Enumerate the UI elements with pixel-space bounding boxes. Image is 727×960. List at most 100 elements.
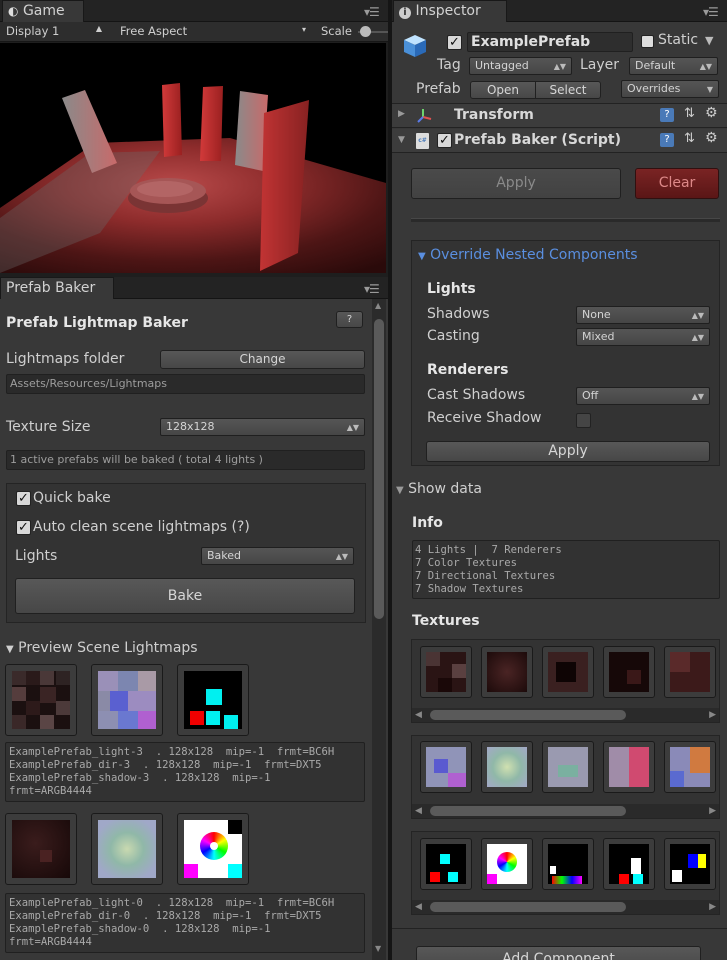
shadow-texture-thumbnail[interactable] [420,838,472,890]
prefab-open-button[interactable]: Open [470,81,536,99]
script-gear-icon[interactable]: ⚙ [705,130,718,146]
auto-clean-checkbox[interactable]: ✓ [16,520,31,535]
change-button[interactable]: Change [160,350,365,369]
color-texture-thumbnail[interactable] [481,646,533,698]
scroll-right-icon[interactable]: ▶ [709,804,716,818]
tab-prefab-baker[interactable]: Prefab Baker [0,277,114,299]
lightmaps-folder-label: Lightmaps folder [6,351,125,367]
tab-game-label: Game [22,3,65,19]
directional-texture-thumbnail[interactable] [420,741,472,793]
overrides-arrow-icon: ▼ [706,85,713,94]
shadow-texture-thumbnail[interactable] [664,838,716,890]
static-dropdown-icon[interactable]: ▼ [705,34,713,47]
tag-dropdown[interactable]: Untagged ▲▼ [469,57,572,75]
baker-scroll-thumb[interactable] [374,319,384,619]
receive-shadow-checkbox[interactable] [576,413,591,428]
directional-texture-thumbnail[interactable] [603,741,655,793]
script-enabled-checkbox[interactable]: ✓ [437,133,452,148]
layer-dropdown[interactable]: Default ▲▼ [629,57,718,75]
folder-path-field[interactable]: Assets/Resources/Lightmaps [6,374,365,394]
tab-game[interactable]: ◐ Game [2,0,84,22]
show-data-foldout-icon: ▼ [396,485,404,496]
aspect-dropdown[interactable]: Free Aspect ▾ [120,24,310,40]
prefab-cube-icon [402,33,428,59]
script-header[interactable]: ▼ c# ✓ Prefab Baker (Script) ? ⇅ ⚙ [392,129,727,153]
preview-shadow-3-thumbnail[interactable] [177,664,249,736]
static-label: Static [658,32,699,48]
apply-top-button[interactable]: Apply [411,168,621,199]
casting-arrow-icon: ▲▼ [691,333,704,342]
scroll-right-icon[interactable]: ▶ [709,708,716,722]
script-preset-icon[interactable]: ⇅ [684,131,695,146]
preview-light-3-thumbnail[interactable] [5,664,77,736]
baker-scroll-up-icon[interactable]: ▲ [375,301,381,310]
transform-preset-icon[interactable]: ⇅ [684,106,695,121]
color-texture-thumbnail[interactable] [603,646,655,698]
scroll-thumb[interactable] [430,710,626,720]
transform-header[interactable]: ▶ Transform ? ⇅ ⚙ [392,104,727,128]
show-data-foldout[interactable]: ▼ Show data [396,481,482,497]
directional-texture-thumbnail[interactable] [664,741,716,793]
scroll-thumb[interactable] [430,806,626,816]
textures-header: Textures [412,613,480,629]
color-texture-thumbnail[interactable] [420,646,472,698]
directional-texture-thumbnail[interactable] [542,741,594,793]
shadows-dropdown[interactable]: None ▲▼ [576,306,710,324]
overrides-dropdown[interactable]: Overrides ▼ [621,80,719,98]
cast-shadows-dropdown[interactable]: Off ▲▼ [576,387,710,405]
preview-light-0-thumbnail[interactable] [5,813,77,885]
active-checkbox[interactable]: ✓ [447,35,462,50]
baker-menu-icon[interactable]: ▾☰ [364,282,380,296]
baker-scroll-down-icon[interactable]: ▼ [375,944,381,953]
bake-button[interactable]: Bake [15,578,355,614]
clear-button[interactable]: Clear [635,168,719,199]
baker-scrollbar[interactable]: ▲ ▼ [372,299,386,960]
preview-shadow-0-thumbnail[interactable] [177,813,249,885]
scroll-left-icon[interactable]: ◀ [415,804,422,818]
script-foldout-icon: ▼ [398,135,405,145]
aspect-value: Free Aspect [120,24,188,38]
scale-slider-handle[interactable] [360,26,371,37]
static-checkbox[interactable] [641,35,654,48]
game-menu-icon[interactable]: ▾☰ [364,5,380,19]
textures-color-scrollbar[interactable]: ◀ ▶ [412,708,719,722]
shadow-texture-thumbnail[interactable] [603,838,655,890]
lights-mode-dropdown[interactable]: Baked ▲▼ [201,547,354,565]
info-icon: i [399,7,411,19]
casting-dropdown[interactable]: Mixed ▲▼ [576,328,710,346]
scroll-left-icon[interactable]: ◀ [415,708,422,722]
color-texture-thumbnail[interactable] [542,646,594,698]
preview-dir-3-thumbnail[interactable] [91,664,163,736]
textures-directional-scrollbar[interactable]: ◀ ▶ [412,804,719,818]
shadow-texture-thumbnail[interactable] [542,838,594,890]
transform-help-icon[interactable]: ? [660,108,674,122]
show-data-label: Show data [408,481,482,497]
transform-gear-icon[interactable]: ⚙ [705,105,718,121]
shadow-texture-thumbnail[interactable] [481,838,533,890]
scroll-thumb[interactable] [430,902,626,912]
textures-shadow-scrollbar[interactable]: ◀ ▶ [412,900,719,914]
script-help-icon[interactable]: ? [660,133,674,147]
object-name-field[interactable]: ExamplePrefab [467,32,633,52]
scroll-right-icon[interactable]: ▶ [709,900,716,914]
scroll-left-icon[interactable]: ◀ [415,900,422,914]
tab-inspector[interactable]: i Inspector [393,0,507,22]
inspector-menu-icon[interactable]: ▾☰ [703,5,719,19]
texture-size-dropdown[interactable]: 128x128 ▲▼ [160,418,365,436]
preview-foldout[interactable]: ▼ Preview Scene Lightmaps [6,640,198,656]
cast-shadows-value: Off [582,389,599,402]
preview-info-text-2: ExamplePrefab_light-0 . 128x128 mip=-1 f… [9,897,335,948]
override-nested-label: Override Nested Components [430,247,638,263]
preview-dir-0-thumbnail[interactable] [91,813,163,885]
scale-slider[interactable] [358,26,388,37]
add-component-button[interactable]: Add Component [416,946,701,960]
help-button[interactable]: ? [336,311,363,328]
shadows-arrow-icon: ▲▼ [691,311,704,320]
display-dropdown[interactable]: Display 1 ▲ [6,24,106,40]
apply-inner-button[interactable]: Apply [426,441,710,462]
quick-bake-checkbox[interactable]: ✓ [16,491,31,506]
color-texture-thumbnail[interactable] [664,646,716,698]
override-foldout[interactable]: ▼ Override Nested Components [418,247,638,263]
directional-texture-thumbnail[interactable] [481,741,533,793]
prefab-select-button[interactable]: Select [535,81,601,99]
